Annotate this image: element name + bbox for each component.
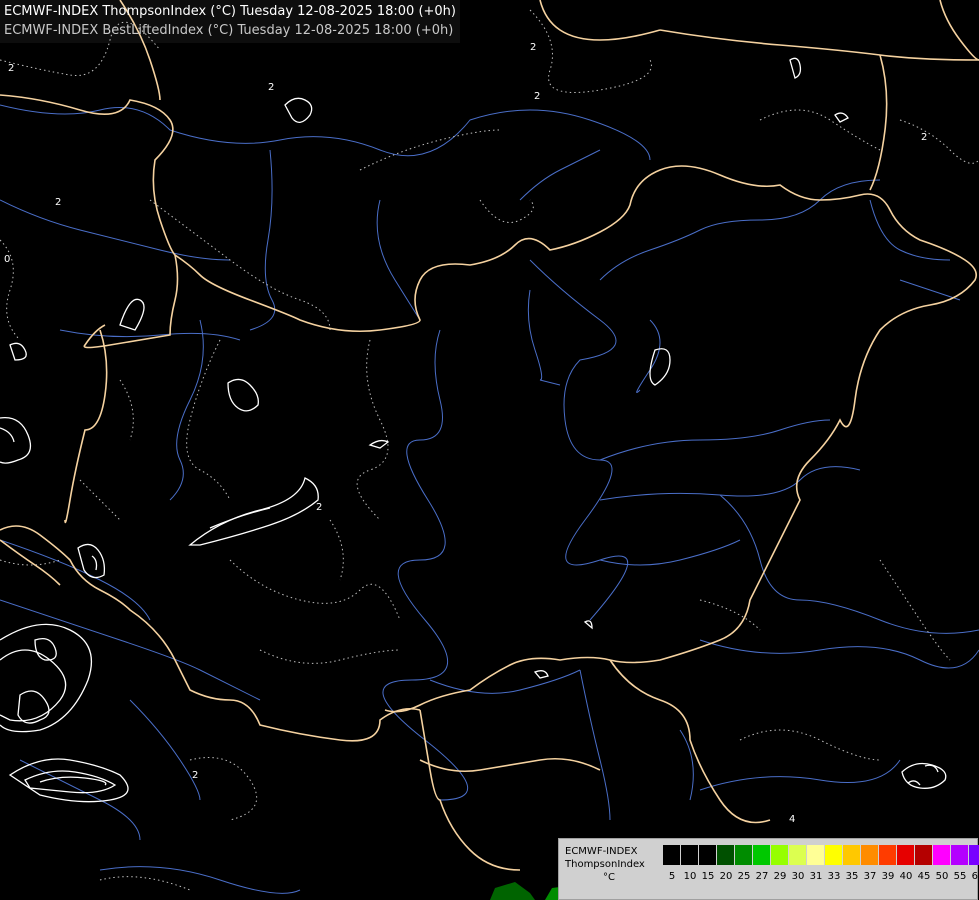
legend-tick-label: 27 [755, 871, 769, 882]
legend-swatch [735, 845, 753, 865]
legend-swatch [699, 845, 717, 865]
contour-label: 0 [4, 254, 10, 265]
legend-swatch [879, 845, 897, 865]
color-legend: ECMWF-INDEX ThompsonIndex °C 5 10 15 20 25 27… [558, 838, 979, 900]
legend-model: ECMWF-INDEX [565, 846, 638, 857]
legend-swatch [861, 845, 879, 865]
map-background [0, 0, 979, 900]
legend-unit: °C [603, 872, 615, 883]
legend-parameter: ThompsonIndex [565, 859, 645, 870]
legend-swatch [843, 845, 861, 865]
legend-tick-label: 5 [668, 871, 676, 882]
legend-swatch [969, 845, 979, 865]
legend-swatch [933, 845, 951, 865]
contour-label: 2 [192, 770, 198, 781]
legend-swatch [663, 845, 681, 865]
legend-swatch [915, 845, 933, 865]
legend-swatch [807, 845, 825, 865]
legend-tick-label: 29 [773, 871, 787, 882]
legend-ticks: 5 10 15 20 25 27 29 30 31 33 35 37 39 40 45 50 55 60 [663, 871, 979, 882]
contour-label: 2 [534, 91, 540, 102]
legend-tick-label: 39 [881, 871, 895, 882]
legend-swatch [717, 845, 735, 865]
contour-label: 4 [789, 814, 795, 825]
map-subtitle: ECMWF-INDEX BestLiftedIndex (°C) Tuesday… [4, 23, 454, 38]
legend-swatch [753, 845, 771, 865]
map-title-box: ECMWF-INDEX ThompsonIndex (°C) Tuesday 1… [0, 0, 460, 43]
contour-label: 2 [55, 197, 61, 208]
legend-tick-label: 20 [719, 871, 733, 882]
legend-swatches [663, 845, 979, 865]
legend-tick-label: 30 [791, 871, 805, 882]
map-title: ECMWF-INDEX ThompsonIndex (°C) Tuesday 1… [4, 4, 456, 19]
legend-tick-label: 31 [809, 871, 823, 882]
legend-tick-label: 45 [917, 871, 931, 882]
legend-tick-label: 35 [845, 871, 859, 882]
legend-tick-label: 25 [737, 871, 751, 882]
legend-swatch [825, 845, 843, 865]
legend-tick-label: 60 [971, 871, 979, 882]
legend-tick-label: 50 [935, 871, 949, 882]
contour-label: 2 [921, 132, 927, 143]
legend-tick-label: 15 [701, 871, 715, 882]
legend-tick-label: 55 [953, 871, 967, 882]
legend-tick-label: 37 [863, 871, 877, 882]
contour-label: 2 [268, 82, 274, 93]
legend-tick-label: 40 [899, 871, 913, 882]
legend-tick-label: 33 [827, 871, 841, 882]
legend-swatch [897, 845, 915, 865]
legend-swatch [789, 845, 807, 865]
legend-tick-label: 10 [683, 871, 697, 882]
legend-text: ECMWF-INDEX ThompsonIndex °C [565, 845, 645, 884]
legend-swatch [771, 845, 789, 865]
contour-label: 2 [530, 42, 536, 53]
contour-label: 2 [316, 502, 322, 513]
weather-map: 2 2 2 2 2 0 2 2 2 4 [0, 0, 979, 900]
legend-swatch [681, 845, 699, 865]
legend-swatch [951, 845, 969, 865]
contour-label: 2 [8, 63, 14, 74]
